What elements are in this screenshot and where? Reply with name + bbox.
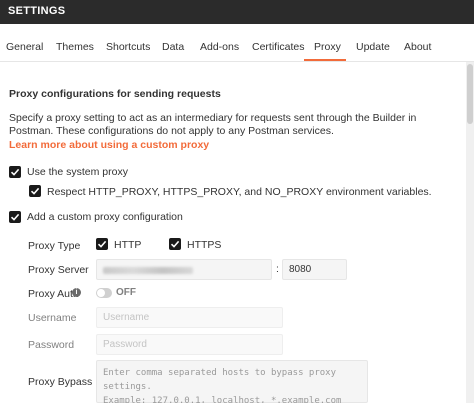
proxy-host-input[interactable]: [96, 259, 272, 280]
custom-proxy-label: Add a custom proxy configuration: [27, 211, 183, 223]
respect-env-checkbox[interactable]: [29, 185, 41, 197]
proxy-auth-toggle[interactable]: [96, 288, 112, 298]
check-icon: [10, 168, 20, 176]
username-label: Username: [28, 312, 77, 324]
redacted-host: [103, 267, 193, 274]
scrollbar[interactable]: [466, 62, 474, 403]
tab-general[interactable]: General: [6, 41, 43, 53]
title-bar: SETTINGS: [0, 0, 474, 24]
tab-update[interactable]: Update: [356, 41, 390, 53]
check-icon: [10, 213, 20, 221]
host-port-separator: :: [276, 263, 279, 275]
system-proxy-checkbox[interactable]: [9, 166, 21, 178]
http-checkbox[interactable]: [96, 238, 108, 250]
active-tab-indicator: [304, 59, 346, 61]
system-proxy-label: Use the system proxy: [27, 166, 128, 178]
check-icon: [170, 240, 180, 248]
custom-proxy-checkbox[interactable]: [9, 211, 21, 223]
proxy-auth-label: Proxy Auth: [28, 288, 79, 300]
settings-tabs: General Themes Shortcuts Data Add-ons Ce…: [0, 24, 474, 62]
proxy-server-label: Proxy Server: [28, 264, 89, 276]
tab-themes[interactable]: Themes: [56, 41, 94, 53]
tab-data[interactable]: Data: [162, 41, 184, 53]
respect-env-label: Respect HTTP_PROXY, HTTPS_PROXY, and NO_…: [47, 186, 432, 198]
proxy-bypass-textarea[interactable]: Enter comma separated hosts to bypass pr…: [96, 360, 368, 403]
toggle-knob: [97, 289, 105, 297]
window-title: SETTINGS: [8, 5, 66, 17]
proxy-port-input[interactable]: 8080: [282, 259, 347, 280]
http-label: HTTP: [114, 239, 142, 251]
tab-proxy[interactable]: Proxy: [314, 41, 341, 53]
https-checkbox[interactable]: [169, 238, 181, 250]
tab-about[interactable]: About: [404, 41, 431, 53]
proxy-type-label: Proxy Type: [28, 240, 81, 252]
learn-more-link[interactable]: Learn more about using a custom proxy: [9, 139, 209, 151]
check-icon: [97, 240, 107, 248]
tab-shortcuts[interactable]: Shortcuts: [106, 41, 150, 53]
section-heading: Proxy configurations for sending request…: [9, 88, 221, 100]
proxy-auth-state: OFF: [116, 287, 136, 298]
scrollbar-thumb[interactable]: [467, 64, 473, 124]
proxy-bypass-label: Proxy Bypass: [28, 376, 93, 388]
password-label: Password: [28, 339, 75, 351]
password-field[interactable]: Password: [96, 334, 283, 355]
tab-add-ons[interactable]: Add-ons: [200, 41, 239, 53]
section-description: Specify a proxy setting to act as an int…: [9, 112, 417, 137]
username-field[interactable]: Username: [96, 307, 283, 328]
info-icon[interactable]: i: [72, 288, 81, 297]
check-icon: [30, 187, 40, 195]
https-label: HTTPS: [187, 239, 222, 251]
tab-certificates[interactable]: Certificates: [252, 41, 305, 53]
